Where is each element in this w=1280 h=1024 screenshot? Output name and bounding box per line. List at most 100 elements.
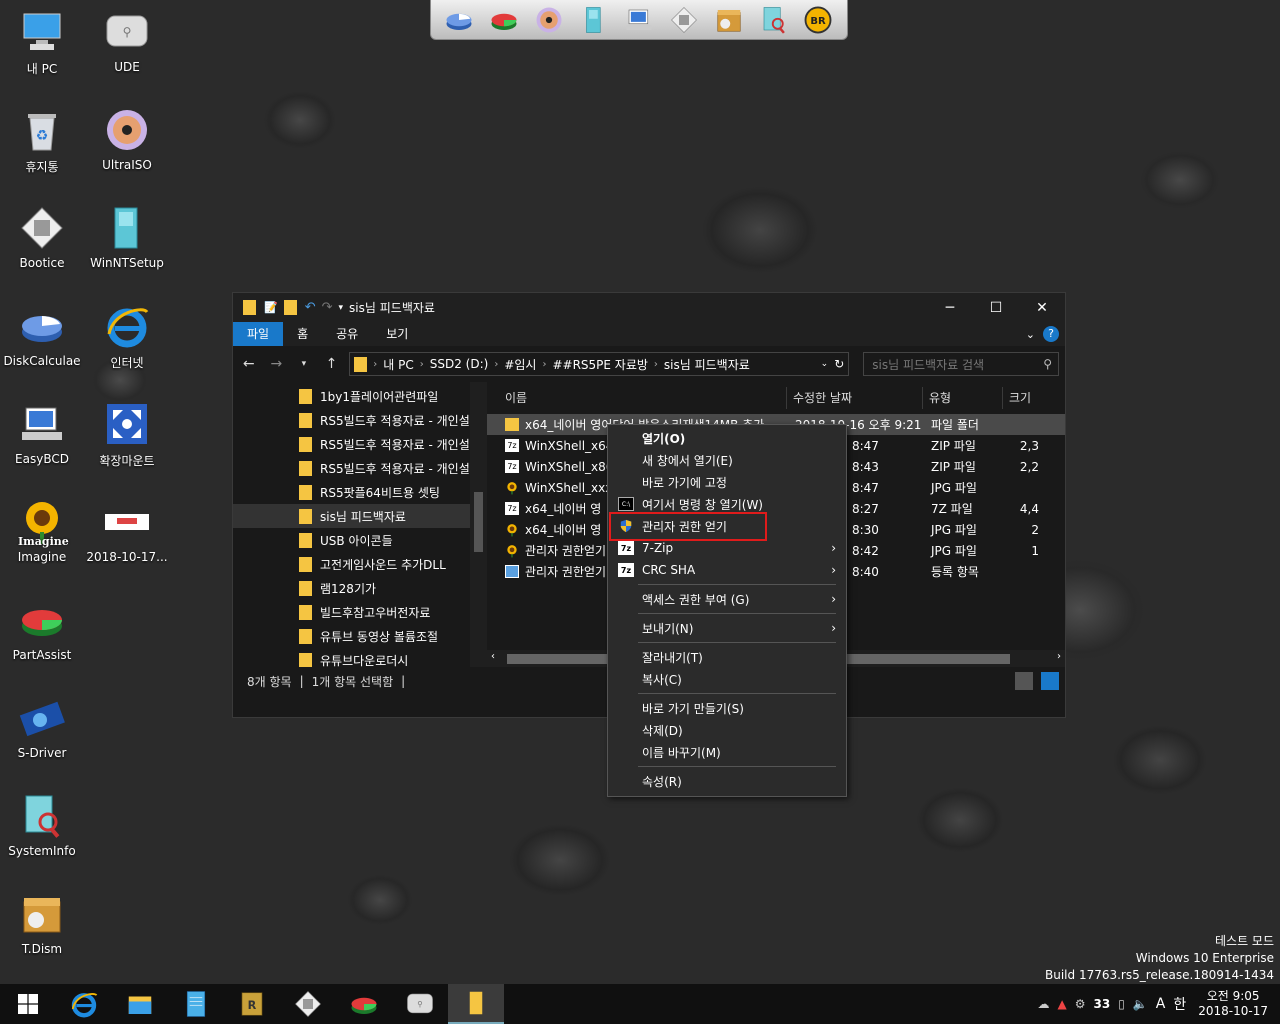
desktop-icon[interactable]: Imagine Imagine	[0, 498, 84, 564]
forward-icon[interactable]: →	[267, 356, 287, 372]
desktop-icon[interactable]: SystemInfo	[0, 792, 84, 858]
address-bar[interactable]: › 내 PC › SSD2 (D:) › #임시 › ##RS5PE 자료방 ›…	[349, 352, 850, 376]
help-icon[interactable]: ?	[1043, 326, 1059, 342]
context-menu-item[interactable]: 이름 바꾸기(M)	[608, 741, 846, 763]
nav-folder-item[interactable]: USB 아이콘들	[233, 528, 487, 552]
taskbar-winrar-icon[interactable]: R	[224, 984, 280, 1024]
desktop-icon[interactable]: 내 PC	[0, 8, 84, 77]
desktop-icon[interactable]: 2018-10-17...	[85, 498, 169, 564]
nav-folder-item[interactable]: 빌드후참고우버전자료	[233, 600, 487, 624]
desktop-icon[interactable]: ⚲ UDE	[85, 8, 169, 74]
breadcrumb-item[interactable]: 내 PC	[383, 356, 413, 373]
nav-folder-item[interactable]: 유튜브다운로더시	[233, 648, 487, 667]
desktop-icon[interactable]: S-Driver	[0, 694, 84, 760]
scroll-right-icon[interactable]: ›	[1057, 651, 1061, 662]
context-menu-item[interactable]: 바로 가기 만들기(S)	[608, 697, 846, 719]
context-menu-item[interactable]: 복사(C)	[608, 668, 846, 690]
taskbar-usb-drive-icon[interactable]: ⚲	[392, 984, 448, 1024]
usb-tray-icon[interactable]: ▯	[1118, 997, 1125, 1011]
breadcrumb-item[interactable]: SSD2 (D:)	[430, 357, 489, 371]
desktop-icon[interactable]: PartAssist	[0, 596, 84, 662]
context-menu-item[interactable]: 보내기(N) ›	[608, 617, 846, 639]
dock-bootice-icon[interactable]	[668, 4, 700, 36]
search-input[interactable]: sis님 피드백자료 검색 ⚲	[863, 352, 1060, 376]
network-icon[interactable]: ▲	[1058, 997, 1067, 1011]
address-dropdown-icon[interactable]: ⌄	[821, 359, 829, 369]
tab-share[interactable]: 공유	[322, 322, 372, 346]
desktop-icon[interactable]: T.Dism	[0, 890, 84, 956]
breadcrumb-item[interactable]: sis님 피드백자료	[664, 356, 750, 373]
language-indicator[interactable]: 한	[1173, 994, 1186, 1014]
quick-access-dropdown-icon[interactable]: ▾	[339, 303, 344, 313]
dock-pie-disk-icon[interactable]	[443, 4, 475, 36]
maximize-button[interactable]: ☐	[973, 293, 1019, 322]
context-menu-item[interactable]: 속성(R)	[608, 770, 846, 792]
breadcrumb-item[interactable]: ##RS5PE 자료방	[552, 356, 647, 373]
taskbar-partassist-icon[interactable]	[336, 984, 392, 1024]
desktop-icon[interactable]: 확장마운트	[85, 400, 169, 469]
volume-number[interactable]: 33	[1094, 997, 1111, 1011]
dock-winntsetup-icon[interactable]	[578, 4, 610, 36]
nav-scrollbar[interactable]	[470, 382, 487, 667]
desktop-icon[interactable]: 인터넷	[85, 302, 169, 371]
minimize-button[interactable]: ─	[927, 293, 973, 322]
taskbar-internet-explorer-icon[interactable]	[56, 984, 112, 1024]
desktop-icon[interactable]: WinNTSetup	[85, 204, 169, 270]
up-icon[interactable]: ↑	[322, 356, 342, 372]
properties-icon[interactable]: 📝	[264, 301, 278, 314]
taskbar-windows-start-icon[interactable]	[0, 984, 56, 1024]
new-folder-icon[interactable]	[283, 300, 297, 315]
expand-ribbon-icon[interactable]: ⌄	[1026, 328, 1035, 341]
redo-icon[interactable]: ↷	[322, 300, 333, 315]
undo-icon[interactable]: ↶	[305, 300, 316, 315]
nav-folder-item[interactable]: RS5팟플64비트용 셋팅	[233, 480, 487, 504]
desktop-icon[interactable]: EasyBCD	[0, 400, 84, 466]
details-view-icon[interactable]	[1015, 672, 1033, 690]
dock-systeminfo-icon[interactable]	[758, 4, 790, 36]
taskbar-explorer-window-icon[interactable]	[448, 984, 504, 1024]
dock-easybcd-icon[interactable]	[623, 4, 655, 36]
taskbar-file-explorer-icon[interactable]	[112, 984, 168, 1024]
nav-folder-item[interactable]: 램128기가	[233, 576, 487, 600]
context-menu-item[interactable]: 삭제(D)	[608, 719, 846, 741]
column-date[interactable]: 수정한 날짜	[787, 387, 923, 409]
context-menu-item[interactable]: 열기(O)	[608, 427, 846, 449]
nav-folder-item[interactable]: sis님 피드백자료	[233, 504, 487, 528]
desktop-icon[interactable]: UltraISO	[85, 106, 169, 172]
desktop-icon[interactable]: Bootice	[0, 204, 84, 270]
close-button[interactable]: ✕	[1019, 293, 1065, 322]
desktop-icon[interactable]: DiskCalculae	[0, 302, 84, 368]
nav-folder-item[interactable]: 1by1플레이어관련파일	[233, 384, 487, 408]
tab-file[interactable]: 파일	[233, 322, 284, 346]
desktop-icon[interactable]: ♻ 휴지통	[0, 106, 84, 175]
column-type[interactable]: 유형	[923, 387, 1003, 409]
large-icons-view-icon[interactable]	[1041, 672, 1059, 690]
dock-br-icon[interactable]: BR	[802, 4, 834, 36]
nav-scroll-thumb[interactable]	[474, 492, 483, 552]
dock-partassist-icon[interactable]	[488, 4, 520, 36]
scroll-left-icon[interactable]: ‹	[491, 651, 495, 662]
hardware-icon[interactable]: ⚙	[1075, 997, 1086, 1011]
context-menu-item[interactable]: 액세스 권한 부여 (G) ›	[608, 588, 846, 610]
column-size[interactable]: 크기	[1003, 387, 1043, 409]
taskbar-bootice-icon[interactable]	[280, 984, 336, 1024]
nav-folder-item[interactable]: RS5빌드후 적용자료 - 개인설정	[233, 456, 487, 480]
nav-folder-item[interactable]: RS5빌드후 적용자료 - 개인설정	[233, 432, 487, 456]
context-menu-item[interactable]: 7z CRC SHA ›	[608, 559, 846, 581]
nav-folder-item[interactable]: RS5빌드후 적용자료 - 개인설정	[233, 408, 487, 432]
back-icon[interactable]: ←	[239, 356, 259, 372]
tab-view[interactable]: 보기	[372, 322, 422, 346]
taskbar-notepad-icon[interactable]	[168, 984, 224, 1024]
context-menu-item[interactable]: 잘라내기(T)	[608, 646, 846, 668]
title-bar[interactable]: 📝 ↶ ↷ ▾ sis님 피드백자료 ─ ☐ ✕	[233, 293, 1065, 322]
column-name[interactable]: 이름	[487, 387, 787, 409]
dock-disc-icon[interactable]	[533, 4, 565, 36]
nav-folder-item[interactable]: 유튜브 동영상 볼륨조절	[233, 624, 487, 648]
dock-tdism-icon[interactable]	[713, 4, 745, 36]
cloud-icon[interactable]: ☁	[1038, 997, 1050, 1011]
recent-dropdown-icon[interactable]: ▾	[294, 359, 314, 369]
speaker-icon[interactable]: 🔈	[1133, 997, 1148, 1011]
context-menu-item[interactable]: 새 창에서 열기(E)	[608, 449, 846, 471]
breadcrumb-item[interactable]: #임시	[504, 356, 536, 373]
tab-home[interactable]: 홈	[283, 322, 322, 346]
